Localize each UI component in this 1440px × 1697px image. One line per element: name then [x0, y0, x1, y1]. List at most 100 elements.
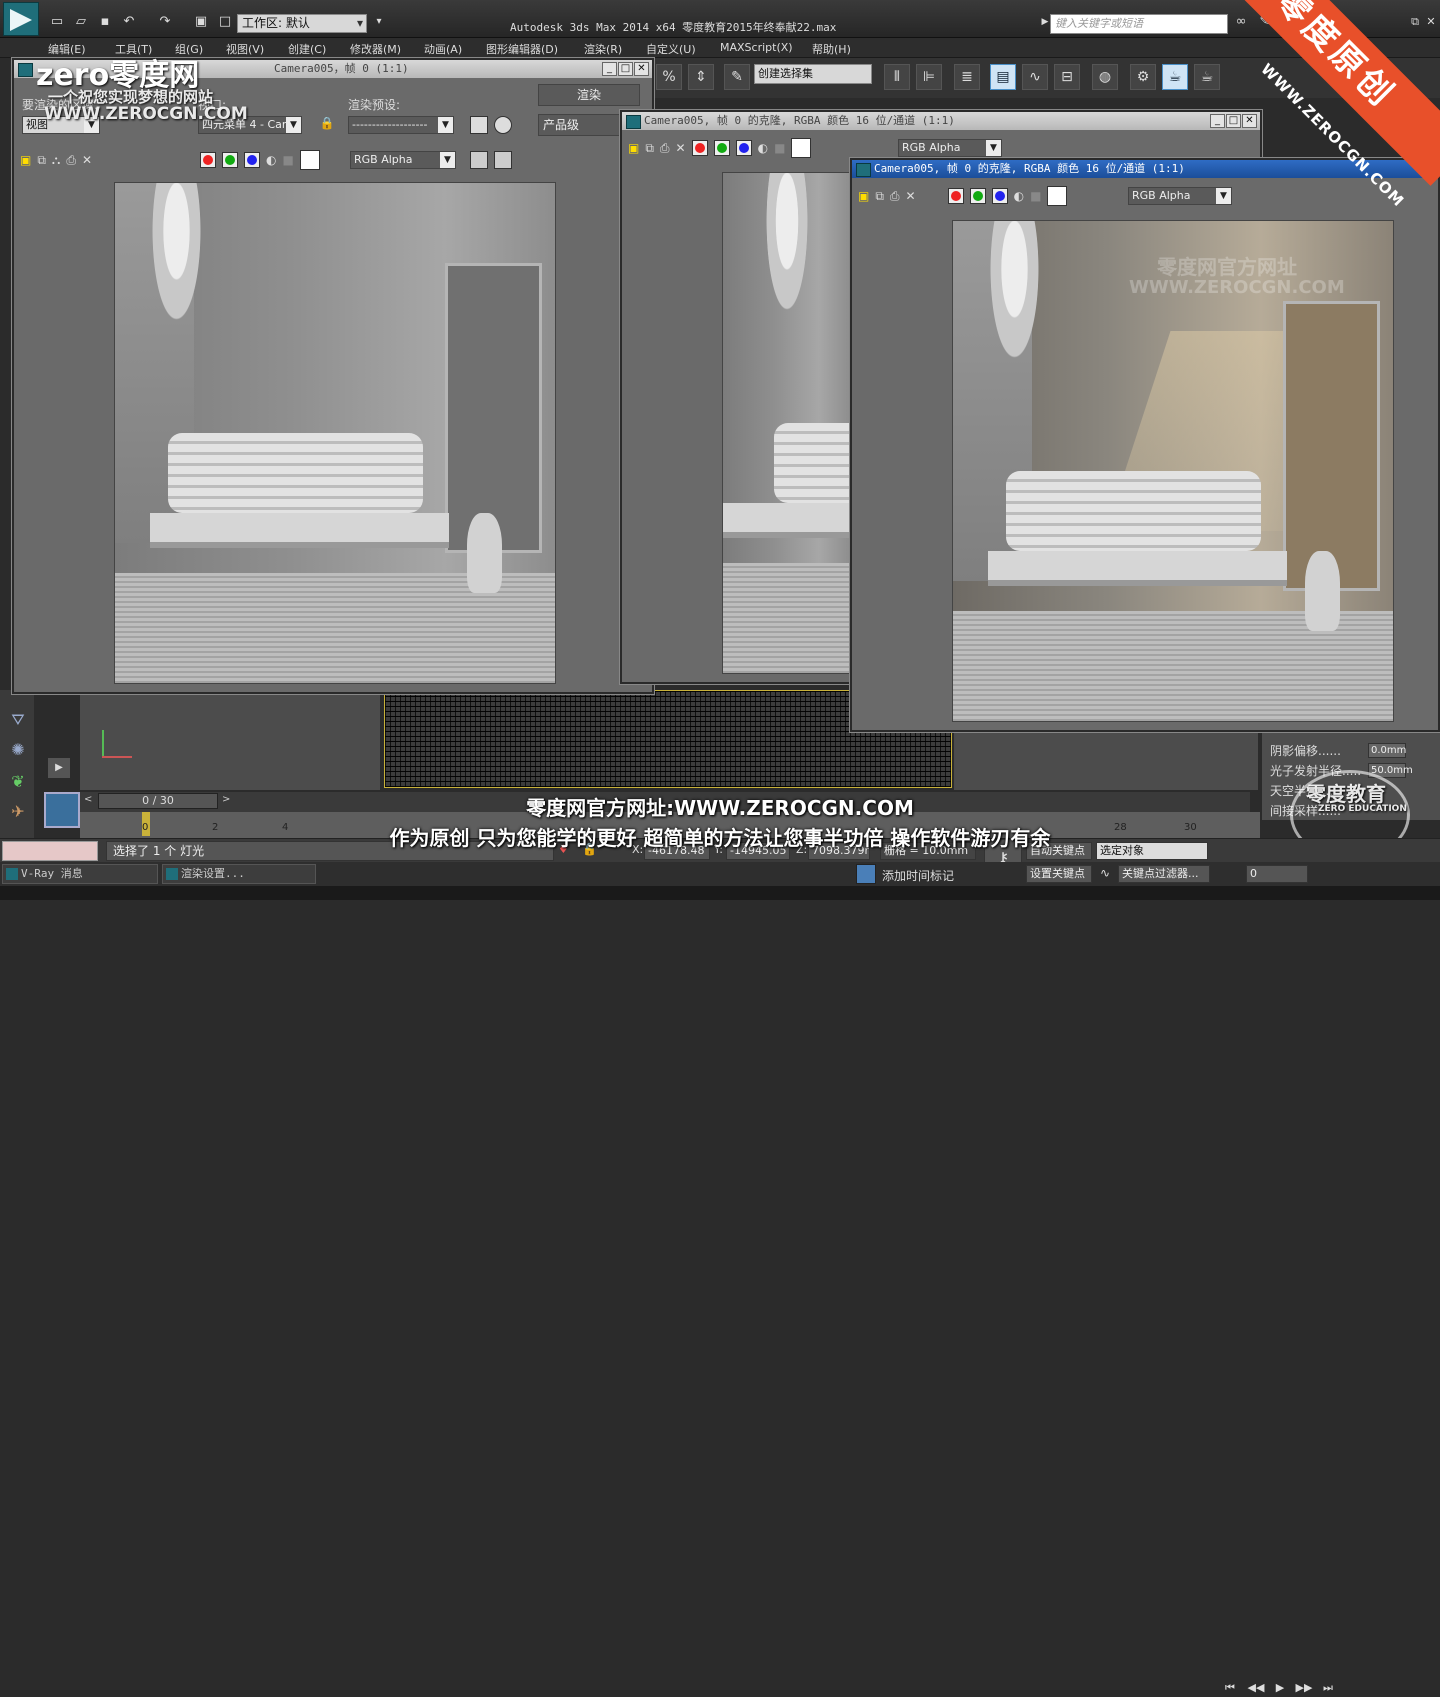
copy-image-icon[interactable]: ⧉	[875, 189, 884, 204]
swatch[interactable]	[1047, 186, 1068, 206]
plant-icon[interactable]: ❦	[7, 772, 29, 794]
goto-start-icon[interactable]: ⏮	[1220, 1681, 1240, 1697]
spinner-snap-icon[interactable]: ⇕	[688, 64, 714, 90]
create-icon[interactable]: ⛛	[7, 710, 29, 732]
red-channel-toggle[interactable]	[200, 152, 216, 168]
save-image-icon[interactable]: ▣	[858, 189, 869, 203]
align-icon[interactable]: ⊫	[916, 64, 942, 90]
render-production-icon[interactable]: ☕	[1194, 64, 1220, 90]
menu-graph-editors[interactable]: 图形编辑器(D)	[486, 41, 558, 57]
print-icon[interactable]: ⎙	[66, 153, 76, 168]
undo-icon[interactable]: ↶	[120, 14, 138, 30]
key-filters-button[interactable]: 关键点过滤器...	[1118, 865, 1210, 883]
workspace-dropdown[interactable]: 工作区: 默认	[237, 14, 367, 33]
green-channel-toggle[interactable]	[969, 188, 986, 204]
minimize-icon[interactable]: _	[602, 62, 617, 76]
window-icon[interactable]: □	[216, 14, 234, 30]
prev-key-icon[interactable]: ◀◀	[1246, 1681, 1266, 1697]
save-image-icon[interactable]: ▣	[628, 141, 639, 155]
next-key-icon[interactable]: ▶▶	[1294, 1681, 1314, 1697]
mono-icon[interactable]: ◐	[758, 141, 768, 155]
schematic-view-icon[interactable]: ⊟	[1054, 64, 1080, 90]
vray-messages-window[interactable]: V-Ray 消息	[2, 864, 158, 884]
edit-named-sel-icon[interactable]: ✎	[724, 64, 750, 90]
save-image-icon[interactable]: ▣	[20, 153, 31, 167]
utility-gear-icon[interactable]: ✺	[7, 740, 29, 762]
close-icon[interactable]: ✕	[1422, 14, 1440, 30]
channel-dropdown[interactable]: RGB Alpha ▼	[350, 151, 456, 169]
blue-channel-toggle[interactable]	[991, 188, 1008, 204]
blue-channel-toggle[interactable]	[735, 140, 752, 156]
blue-channel-toggle[interactable]	[244, 152, 260, 168]
close-icon[interactable]: ✕	[1242, 114, 1257, 128]
scene-explorer-icon[interactable]: ▤	[990, 64, 1016, 90]
maximize-icon[interactable]: □	[1226, 114, 1241, 128]
channel-dropdown[interactable]: RGB Alpha ▼	[898, 139, 1002, 157]
layers-icon[interactable]: ≣	[954, 64, 980, 90]
mirror-icon[interactable]: ⫴	[884, 64, 910, 90]
swatch[interactable]	[299, 150, 320, 170]
mono-icon[interactable]: ◐	[1014, 189, 1024, 203]
clear-icon[interactable]: ✕	[676, 141, 686, 155]
goto-end-icon[interactable]: ⏭	[1318, 1681, 1338, 1697]
menu-animation[interactable]: 动画(A)	[424, 41, 462, 57]
maximize-icon[interactable]: □	[618, 62, 633, 76]
minimize-icon[interactable]: _	[1210, 114, 1225, 128]
set-key-button[interactable]: 设置关键点	[1026, 865, 1092, 883]
search-input[interactable]: 键入关键字或短语	[1050, 14, 1228, 34]
display-icon[interactable]	[494, 151, 512, 169]
swatch[interactable]	[791, 138, 812, 158]
play-icon[interactable]: ▶	[1270, 1681, 1290, 1697]
expand-arrow-icon[interactable]: ▶	[48, 758, 70, 778]
save-icon[interactable]: ▪	[96, 14, 114, 30]
display-icon[interactable]	[470, 151, 488, 169]
render-button[interactable]: 渲染	[538, 84, 640, 106]
green-channel-toggle[interactable]	[713, 140, 730, 156]
clone-window-2[interactable]: Camera005, 帧 0 的克隆, RGBA 颜色 16 位/通道 (1:1…	[850, 158, 1440, 732]
menu-create[interactable]: 创建(C)	[288, 41, 326, 57]
menu-views[interactable]: 视图(V)	[226, 41, 264, 57]
render-setup-window[interactable]: 渲染设置...	[162, 864, 316, 884]
menu-modifiers[interactable]: 修改器(M)	[350, 41, 401, 57]
lock-icon[interactable]: 🔒	[318, 116, 336, 134]
environment-icon[interactable]	[494, 116, 512, 134]
copy-image-icon[interactable]: ⧉	[37, 153, 46, 168]
clone-icon[interactable]: ⛬	[52, 153, 60, 168]
mono-icon[interactable]: ◐	[266, 153, 276, 167]
curve-editor-icon[interactable]: ∿	[1022, 64, 1048, 90]
menu-customize[interactable]: 自定义(U)	[646, 41, 696, 57]
close-icon[interactable]: ✕	[634, 62, 649, 76]
red-channel-toggle[interactable]	[691, 140, 708, 156]
percent-snap-icon[interactable]: %	[656, 64, 682, 90]
app-logo-icon[interactable]	[3, 2, 39, 36]
print-icon[interactable]: ⎙	[890, 189, 900, 204]
menu-help[interactable]: 帮助(H)	[812, 41, 851, 57]
red-channel-toggle[interactable]	[947, 188, 964, 204]
selection-set-dropdown[interactable]: 创建选择集	[754, 64, 872, 84]
menu-maxscript[interactable]: MAXScript(X)	[720, 41, 793, 54]
binoculars-icon[interactable]: ∞	[1232, 14, 1250, 30]
material-editor-icon[interactable]: ◍	[1092, 64, 1118, 90]
alpha-icon[interactable]: ■	[282, 153, 293, 167]
copy-image-icon[interactable]: ⧉	[645, 141, 654, 156]
redo-icon[interactable]: ↷	[156, 14, 174, 30]
render-setup-mini-icon[interactable]	[470, 116, 488, 134]
menu-rendering[interactable]: 渲染(R)	[584, 41, 622, 57]
key-filter-icon[interactable]: ∿	[1100, 866, 1110, 880]
param-field[interactable]: 0.0mm	[1368, 743, 1406, 758]
rendered-frame-icon[interactable]: ☕	[1162, 64, 1188, 90]
project-icon[interactable]: ▣	[192, 14, 210, 30]
add-time-tag[interactable]: 添加时间标记	[882, 867, 954, 884]
new-file-icon[interactable]: ▭	[48, 14, 66, 30]
workspace-menu-icon[interactable]: ▾	[370, 14, 388, 30]
clear-icon[interactable]: ✕	[82, 153, 92, 167]
green-channel-toggle[interactable]	[222, 152, 238, 168]
render-frame-window[interactable]: Camera005，帧 0 (1:1) _ □ ✕ 要渲染的区域: 视图 ▼ 视口: …	[12, 58, 654, 694]
clear-icon[interactable]: ✕	[906, 189, 916, 203]
alpha-icon[interactable]: ■	[1030, 189, 1041, 203]
viewport-left[interactable]	[80, 690, 380, 790]
time-tag-icon[interactable]	[856, 864, 876, 884]
print-icon[interactable]: ⎙	[660, 141, 670, 156]
channel-dropdown[interactable]: RGB Alpha ▼	[1128, 187, 1232, 205]
current-frame-field[interactable]: 0	[1246, 865, 1308, 883]
